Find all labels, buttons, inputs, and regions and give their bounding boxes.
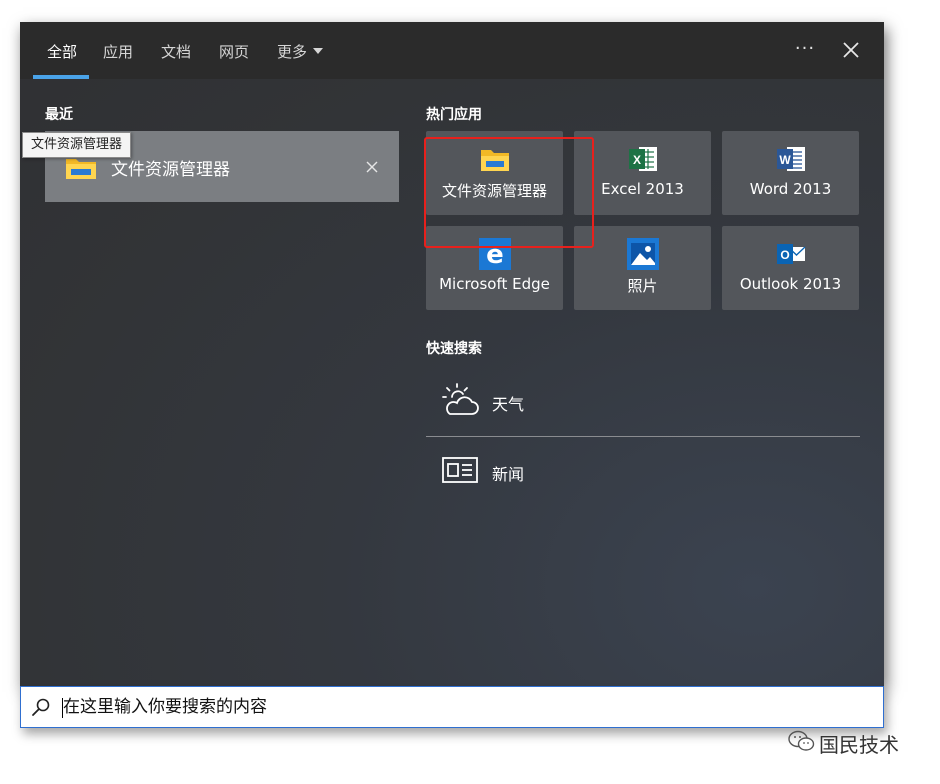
word-icon: W [777,147,805,171]
app-tile-label: Outlook 2013 [739,275,842,293]
app-tile-outlook[interactable]: O Outlook 2013 [722,226,859,310]
search-bar[interactable] [20,686,884,728]
weather-icon [442,383,479,415]
news-icon [442,457,478,483]
watermark-text: 国民技术 [819,733,899,757]
app-tile-label: Excel 2013 [601,180,684,198]
app-tile-photos[interactable]: 照片 [574,226,711,310]
app-tile-label: Word 2013 [749,180,832,198]
close-icon [843,42,859,58]
tab-more[interactable]: 更多 [277,41,324,62]
tab-bar: 全部 应用 文档 网页 更多 ··· [20,22,884,79]
excel-icon: X [629,147,657,171]
tab-more-label: 更多 [277,43,308,61]
search-icon [32,698,50,716]
tooltip: 文件资源管理器 [22,132,132,158]
quick-search-label: 新闻 [492,465,525,484]
close-button[interactable] [838,37,864,63]
app-tile-label: Microsoft Edge [439,275,550,293]
quick-search-label: 天气 [492,395,525,414]
tab-apps[interactable]: 应用 [103,41,133,62]
quick-search-news[interactable]: 新闻 [426,441,860,501]
search-input[interactable] [63,694,763,720]
tab-web[interactable]: 网页 [219,41,249,62]
quick-search-weather[interactable]: 天气 [426,371,860,431]
divider [426,436,860,437]
wechat-icon [788,730,815,751]
app-tile-word[interactable]: W Word 2013 [722,131,859,215]
photos-icon [627,238,659,270]
quick-search-section-title: 快速搜索 [426,341,482,357]
highlight-box [424,137,594,248]
more-options-button[interactable]: ··· [790,36,820,66]
recent-section-title: 最近 [45,107,73,123]
search-panel: 全部 应用 文档 网页 更多 ··· 最近 文件资源管理器 热门应用 文件资源管… [20,22,884,686]
tab-all[interactable]: 全部 [47,41,77,62]
recent-item-label: 文件资源管理器 [111,160,230,180]
svg-text:O: O [780,248,789,262]
app-tile-excel[interactable]: X Excel 2013 [574,131,711,215]
tab-documents[interactable]: 文档 [161,41,191,62]
app-tile-label: 照片 [627,277,658,295]
close-icon [366,161,378,173]
svg-text:W: W [779,153,791,167]
top-apps-section-title: 热门应用 [426,107,482,123]
outlook-icon: O [777,244,806,264]
chevron-down-icon [313,47,324,54]
svg-text:X: X [633,153,641,167]
remove-recent-button[interactable] [365,160,379,174]
ellipsis-icon: ··· [794,38,816,59]
active-tab-indicator [33,75,89,79]
